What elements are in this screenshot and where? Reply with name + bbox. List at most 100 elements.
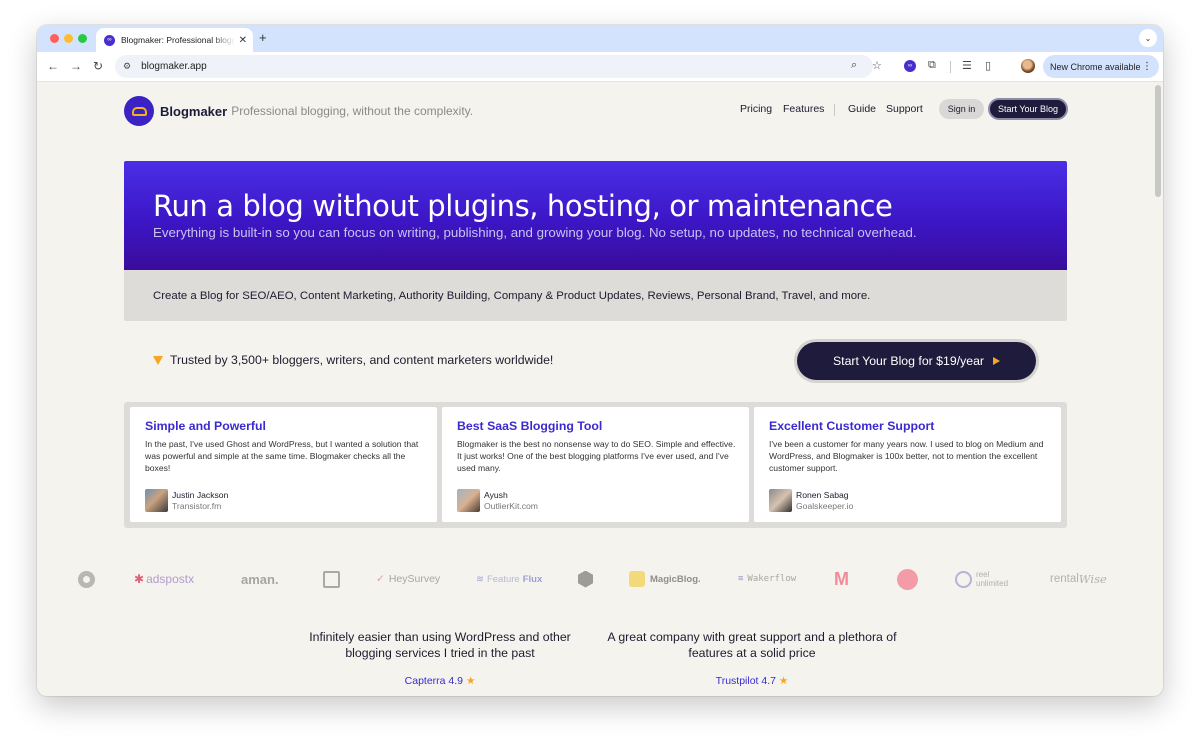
brand-home-link[interactable]: Blogmaker Professional blogging, without… [124,96,473,126]
more-menu-icon[interactable]: ⋮ [1142,61,1152,72]
zoom-icon[interactable]: ⌕ [851,59,857,72]
review-title: Excellent Customer Support [769,419,935,433]
site-settings-icon[interactable]: ⚙ [123,61,131,72]
reviewer: Justin Jackson Transistor.fm [145,489,425,512]
browser-window: ∞ Blogmaker: Professional blogging, with… [37,25,1163,696]
reload-icon[interactable]: ↻ [93,59,103,73]
tab-strip: ∞ Blogmaker: Professional blogging, with… [37,25,1163,52]
featureflux-wave-icon: ≋ [476,573,484,585]
toolbar-divider [950,61,951,73]
reviewer-name: Justin Jackson [172,490,229,500]
start-blog-header-button[interactable]: Start Your Blog [988,98,1068,120]
wakerflow-wave-icon: ≋ [738,574,744,584]
adspostx-asterisk-icon: ✱ [134,572,145,586]
star-icon: ★ [465,675,476,687]
magicblog-logo: MagicBlog. [629,568,701,590]
address-bar[interactable]: ⚙ blogmaker.app ⌕ ☆ [115,55,882,78]
chrome-update-button[interactable]: New Chrome available ⋮ [1043,55,1159,78]
reviewer: Ronen Sabag Goalskeeper.io [769,489,1049,512]
aman-logo: aman. [241,571,279,587]
testimonial-quote: Infinitely easier than using WordPress a… [309,630,571,660]
brand-tagline: Professional blogging, without the compl… [231,104,474,118]
hexagon-logo-icon [578,568,593,590]
capterra-rating-link[interactable]: Capterra 4.9 ★ [290,675,590,687]
badge-logo-icon [897,568,918,590]
url-text: blogmaker.app [141,61,207,72]
reel-unlimited-logo: reel unlimited [955,568,1008,590]
cta-label: Start Your Blog for $19/year [832,354,985,368]
forward-arrow-icon[interactable]: → [70,59,82,73]
blogmaker-logo-icon [124,96,154,126]
sign-in-button[interactable]: Sign in [939,99,984,119]
new-tab-icon[interactable]: + [259,30,267,45]
reviewer-site: OutlierKit.com [484,501,538,511]
hero-title: Run a blog without plugins, hosting, or … [153,189,893,223]
review-title: Best SaaS Blogging Tool [457,419,603,433]
review-body: I've been a customer for many years now.… [769,439,1044,473]
magicblog-wand-icon [629,571,645,587]
cta-outline: Start Your Blog for $19/year [794,339,1039,383]
minimize-window-button[interactable] [64,34,73,43]
reel-ring-icon [955,570,972,588]
review-body: In the past, I've used Ghost and WordPre… [145,439,419,473]
trusted-banner: Trusted by 3,500+ bloggers, writers, and… [153,353,553,367]
tab-title: Blogmaker: Professional blogging, withou… [121,35,235,45]
maximize-window-button[interactable] [78,34,87,43]
circle-logo-icon [78,568,95,590]
tab-search-chevron-icon[interactable]: ⌄ [1139,29,1157,47]
review-card: Excellent Customer Support I've been a c… [754,407,1061,522]
reviewer-name: Ayush [484,490,508,500]
customer-logos: ✱ adspostx aman. ✓ HeySurvey ≋ Feature F… [37,568,1163,592]
avatar [145,489,168,512]
play-arrow-icon [993,357,1001,365]
reviewer-name: Ronen Sabag [796,490,849,500]
testimonial-quote: A great company with great support and a… [607,630,897,660]
hero-subtitle: Everything is built-in so you can focus … [153,225,917,240]
review-card: Simple and Powerful In the past, I've us… [130,407,437,522]
trusted-text: Trusted by 3,500+ bloggers, writers, and… [170,353,554,367]
start-blog-cta-button[interactable]: Start Your Blog for $19/year [797,342,1036,380]
use-cases-strip: Create a Blog for SEO/AEO, Content Marke… [124,270,1067,321]
nav-support[interactable]: Support [886,103,923,115]
reading-list-icon[interactable]: ☰ [962,59,972,72]
nav-divider [834,104,835,116]
featureflux-logo: ≋ Feature Flux [476,573,543,585]
tab-close-icon[interactable]: ✕ [239,35,247,46]
back-arrow-icon[interactable]: ← [47,59,59,73]
review-body: Blogmaker is the best no nonsense way to… [457,439,736,473]
heysurvey-logo: ✓ HeySurvey [376,573,441,585]
hero-banner: Run a blog without plugins, hosting, or … [124,161,1067,270]
extensions-puzzle-icon[interactable]: ⧉ [928,59,936,72]
rentalwise-logo: rental Wise [1050,572,1107,586]
reviewer-site: Goalskeeper.io [796,501,854,511]
side-panel-icon[interactable]: ▯ [985,59,991,72]
nav-pricing[interactable]: Pricing [740,103,772,115]
reviewer-site: Transistor.fm [172,501,222,511]
down-triangle-icon [153,355,163,365]
box-logo-icon [323,568,340,590]
blogmaker-favicon-icon: ∞ [104,34,115,46]
adspostx-logo: ✱ adspostx [134,572,195,586]
avatar [457,489,480,512]
reviews-panel: Simple and Powerful In the past, I've us… [124,402,1067,528]
avatar [769,489,792,512]
blogmaker-extension-icon[interactable]: ∞ [904,60,916,72]
trustpilot-rating-link[interactable]: Trustpilot 4.7 ★ [602,675,902,687]
wakerflow-logo: ≋ Wakerflow [738,574,797,584]
reviewer: Ayush OutlierKit.com [457,489,737,512]
nav-features[interactable]: Features [783,103,824,115]
web-page: Blogmaker Professional blogging, without… [37,82,1163,696]
profile-avatar-icon[interactable] [1021,59,1035,73]
review-title: Simple and Powerful [145,419,266,433]
browser-toolbar: ← → ↻ ⚙ blogmaker.app ⌕ ☆ ∞ ⧉ ☰ ▯ New Ch… [37,52,1163,82]
page-scrollbar[interactable] [1155,85,1161,197]
chrome-update-label: New Chrome available [1050,61,1141,72]
nav-guide[interactable]: Guide [848,103,876,115]
close-window-button[interactable] [50,34,59,43]
bookmark-star-icon[interactable]: ☆ [872,59,882,72]
brand-name: Blogmaker [160,103,228,119]
heysurvey-check-icon: ✓ [376,573,385,585]
review-card: Best SaaS Blogging Tool Blogmaker is the… [442,407,749,522]
m-logo-icon: M [834,568,849,589]
tab-blogmaker[interactable]: ∞ Blogmaker: Professional blogging, with… [96,28,253,52]
